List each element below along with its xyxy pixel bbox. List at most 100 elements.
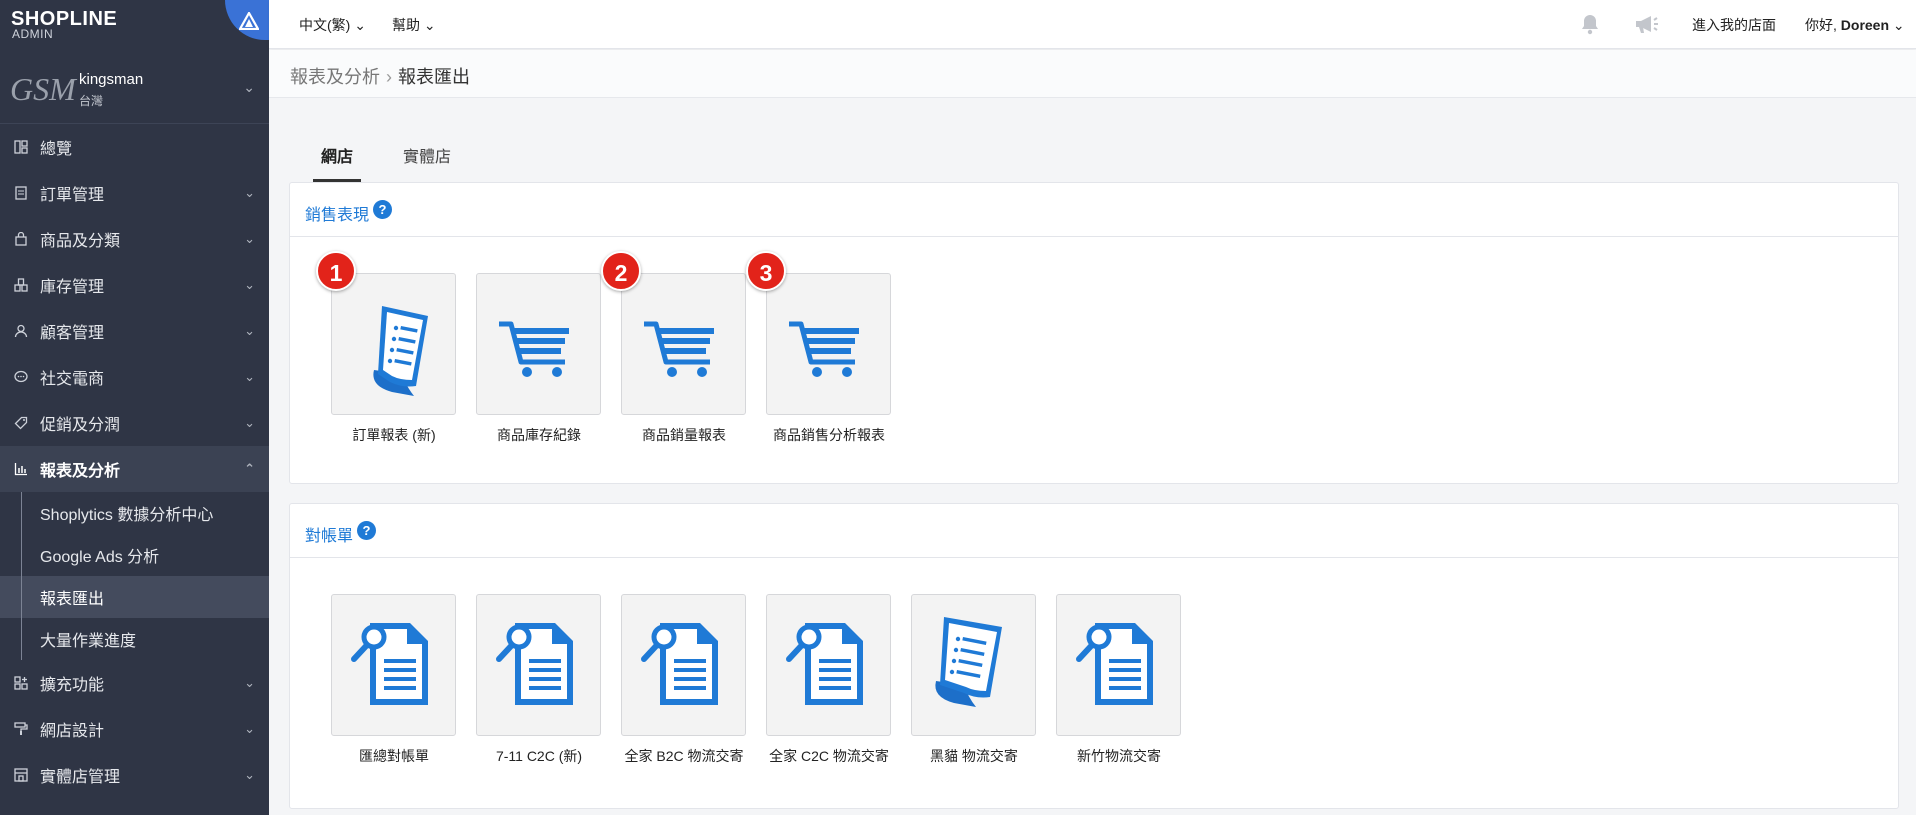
chevron-down-icon: ⌄ (244, 185, 255, 200)
topbar: 中文(繁) ⌄ 幫助 ⌄ 進入我的店面 你好, Doreen ⌄ (269, 0, 1916, 49)
reconcile-panel-title: 對帳單 (305, 528, 354, 545)
step-badge: 3 (746, 251, 786, 291)
sidebar-item-label: 網店設計 (40, 723, 105, 740)
document-search-icon (786, 623, 863, 705)
sales-panel: 銷售表現 ? 1 訂單報表 (新) 商品庫存紀錄 2 商品銷量報表 3 商品銷售… (289, 182, 1899, 484)
sidebar: SHOPLINE ADMIN GSM kingsman 台灣 ⌄ 總覽 訂單管理… (0, 0, 269, 815)
cart-icon (789, 321, 859, 377)
cart-icon (644, 321, 714, 377)
cart-icon (499, 321, 569, 377)
chevron-down-icon: ⌄ (244, 721, 255, 736)
chevron-right-icon: › (386, 67, 392, 87)
chevron-down-icon: ⌄ (244, 369, 255, 384)
sidebar-item-promotions[interactable]: 促銷及分潤 ⌄ (0, 400, 269, 446)
sidebar-item-orders[interactable]: 訂單管理 ⌄ (0, 170, 269, 216)
chevron-down-icon: ⌄ (244, 323, 255, 338)
sidebar-item-label: 訂單管理 (40, 187, 105, 204)
tab-online-store[interactable]: 網店 (313, 130, 361, 182)
sidebar-item-inventory[interactable]: 庫存管理 ⌄ (0, 262, 269, 308)
apps-icon (13, 675, 29, 691)
receipt-icon (935, 617, 1002, 707)
warehouse-icon (13, 277, 29, 293)
subnav-report-export[interactable]: 報表匯出 (0, 576, 269, 618)
sales-panel-header: 銷售表現 ? (290, 183, 1898, 237)
subnav-bulk-jobs[interactable]: 大量作業進度 (0, 618, 269, 660)
breadcrumb: 報表及分析 › 報表匯出 (290, 63, 470, 89)
document-search-icon (496, 623, 573, 705)
language-label: 中文(繁) (299, 17, 351, 33)
chevron-down-icon: ⌄ (244, 277, 255, 292)
reports-subnav: Shoplytics 數據分析中心 Google Ads 分析 報表匯出 大量作… (0, 492, 269, 660)
report-tile-product-sales[interactable] (621, 273, 746, 415)
store-switcher[interactable]: GSM kingsman 台灣 ⌄ (0, 51, 269, 124)
sidebar-item-social[interactable]: 社交電商 ⌄ (0, 354, 269, 400)
document-search-icon (641, 623, 718, 705)
sidebar-item-customers[interactable]: 顧客管理 ⌄ (0, 308, 269, 354)
language-selector[interactable]: 中文(繁) ⌄ (299, 15, 366, 35)
tab-retail-store[interactable]: 實體店 (399, 130, 455, 182)
sidebar-item-label: 促銷及分潤 (40, 417, 121, 434)
sidebar-item-label: 商品及分類 (40, 233, 121, 250)
report-tile-sales-analysis[interactable] (766, 273, 891, 415)
chevron-down-icon: ⌄ (350, 17, 366, 33)
sidebar-item-retail[interactable]: 實體店管理 ⌄ (0, 752, 269, 798)
chevron-down-icon: ⌄ (244, 675, 255, 690)
subnav-google-ads[interactable]: Google Ads 分析 (0, 534, 269, 576)
store-logo: GSM (10, 71, 76, 107)
sidebar-item-label: 總覽 (40, 141, 73, 158)
statement-tile[interactable] (331, 594, 456, 736)
sidebar-nav-lower: 擴充功能 ⌄ 網店設計 ⌄ 實體店管理 ⌄ (0, 660, 269, 798)
help-menu[interactable]: 幫助 ⌄ (392, 15, 436, 35)
chevron-down-icon: ⌄ (244, 231, 255, 246)
bell-icon[interactable] (1578, 12, 1602, 42)
sidebar-item-design[interactable]: 網店設計 ⌄ (0, 706, 269, 752)
sidebar-item-label: 擴充功能 (40, 677, 105, 694)
report-tile-inventory[interactable] (476, 273, 601, 415)
statement-tile[interactable] (911, 594, 1036, 736)
step-badge: 2 (601, 251, 641, 291)
subnav-shoplytics[interactable]: Shoplytics 數據分析中心 (0, 492, 269, 534)
receipt-icon (373, 306, 428, 396)
chevron-down-icon: ⌄ (420, 17, 436, 33)
brand-sub: ADMIN (12, 27, 54, 41)
sidebar-item-label: 顧客管理 (40, 325, 105, 342)
order-icon (13, 185, 29, 201)
chart-icon (13, 461, 29, 477)
chevron-down-icon: ⌄ (1889, 17, 1905, 33)
help-label: 幫助 (392, 17, 420, 33)
report-tile-label[interactable]: 商品銷售分析報表 (744, 425, 914, 445)
breadcrumb-parent[interactable]: 報表及分析 (290, 67, 380, 87)
sidebar-item-apps[interactable]: 擴充功能 ⌄ (0, 660, 269, 706)
user-menu[interactable]: 你好, Doreen ⌄ (1805, 15, 1905, 35)
breadcrumb-current: 報表匯出 (398, 67, 470, 87)
statement-tile[interactable] (1056, 594, 1181, 736)
user-name: Doreen (1840, 17, 1890, 33)
help-icon[interactable]: ? (373, 200, 392, 219)
chevron-up-icon: ⌃ (244, 461, 255, 476)
tag-icon (13, 415, 29, 431)
store-region: 台灣 (79, 94, 104, 108)
breadcrumb-bar: 報表及分析 › 報表匯出 (269, 50, 1916, 98)
chevron-down-icon: ⌄ (244, 767, 255, 782)
sidebar-item-reports[interactable]: 報表及分析 ⌃ (0, 446, 269, 492)
document-search-icon (1076, 623, 1153, 705)
megaphone-icon[interactable] (1633, 12, 1659, 42)
step-badge: 1 (316, 251, 356, 291)
triangle-logo-icon[interactable] (238, 10, 260, 35)
sidebar-item-label: 實體店管理 (40, 769, 121, 786)
help-icon[interactable]: ? (357, 521, 376, 540)
store-name: kingsman (79, 71, 144, 88)
statement-tile[interactable] (766, 594, 891, 736)
report-tile-orders[interactable] (331, 273, 456, 415)
enter-store-link[interactable]: 進入我的店面 (1692, 15, 1776, 35)
statement-tile[interactable] (476, 594, 601, 736)
chevron-down-icon: ⌄ (244, 415, 255, 430)
chat-icon (13, 369, 29, 385)
sidebar-item-overview[interactable]: 總覽 (0, 124, 269, 170)
paint-roller-icon (13, 721, 29, 737)
sidebar-item-products[interactable]: 商品及分類 ⌄ (0, 216, 269, 262)
statement-tile-label[interactable]: 新竹物流交寄 (1034, 746, 1204, 766)
sidebar-nav: 總覽 訂單管理 ⌄ 商品及分類 ⌄ 庫存管理 ⌄ 顧客管理 ⌄ 社交電商 ⌄ 促… (0, 124, 269, 492)
bag-icon (13, 231, 29, 247)
statement-tile[interactable] (621, 594, 746, 736)
